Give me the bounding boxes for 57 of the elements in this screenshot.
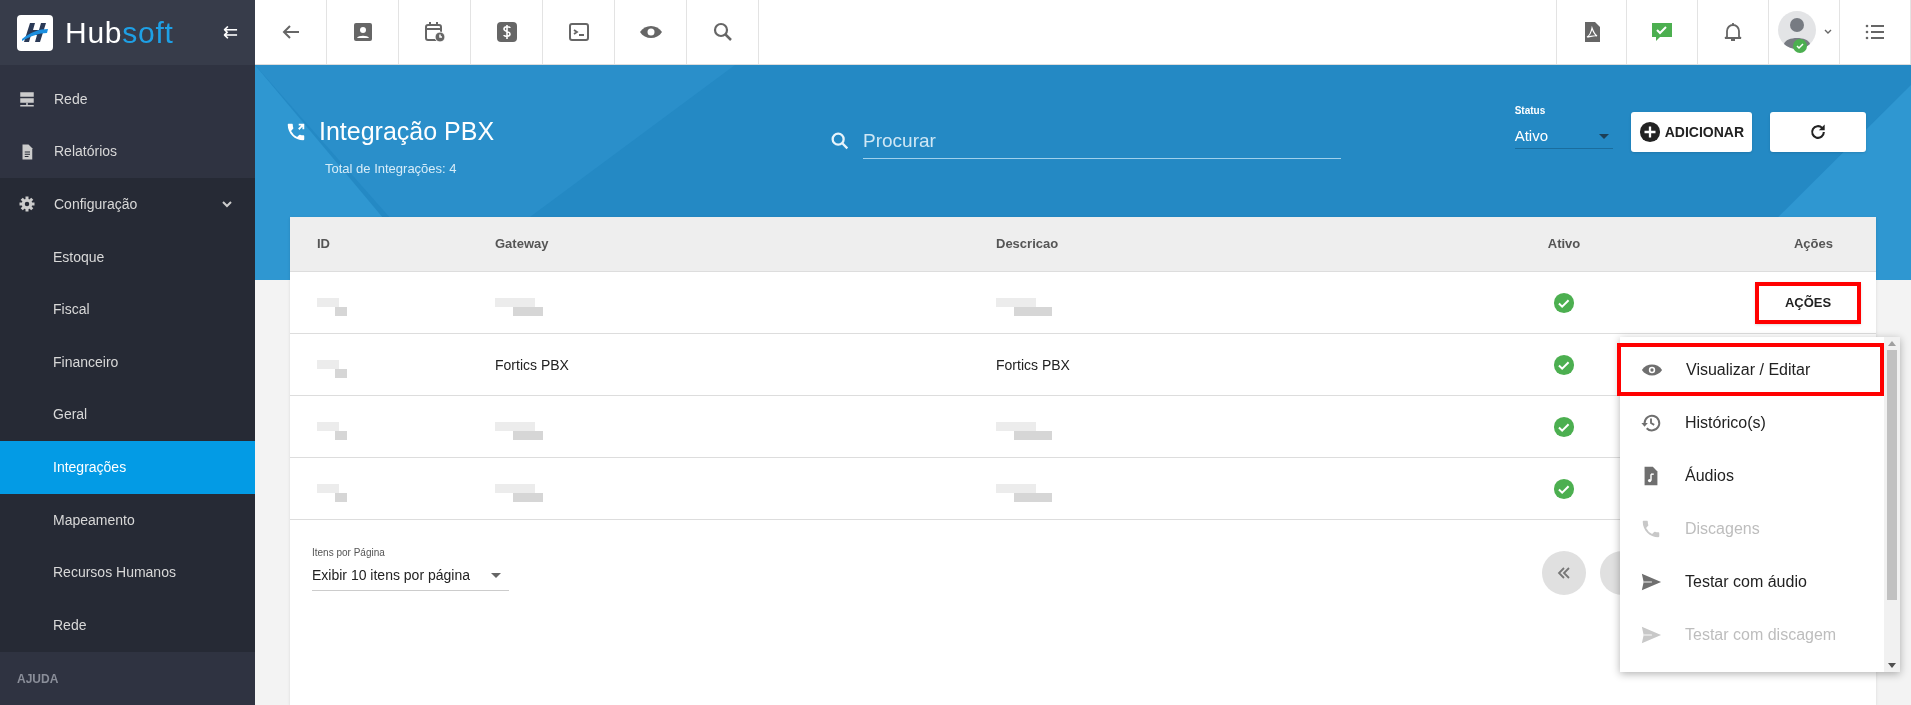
gear-icon [18, 195, 36, 214]
page-subtitle: Total de Integrações: 4 [325, 159, 458, 178]
search-icon [829, 130, 851, 152]
collapse-sidebar-button[interactable]: ⇇ [223, 19, 238, 46]
avatar-icon [1775, 10, 1819, 54]
menu-item[interactable]: Histórico(s) [1620, 396, 1884, 449]
search-field[interactable]: Procurar [863, 123, 1341, 159]
dollar-icon [494, 20, 519, 44]
refresh-button[interactable] [1770, 112, 1866, 152]
logo-icon [17, 14, 53, 51]
redacted-text [495, 421, 543, 440]
menu-item[interactable]: Áudios [1620, 449, 1884, 502]
page-title: Integração PBX [319, 116, 495, 147]
redacted-text [317, 421, 347, 440]
column-header: ID [316, 235, 331, 254]
redacted-text [495, 483, 543, 502]
actions-button[interactable]: AÇÕES [1755, 281, 1861, 324]
plus-icon [1638, 121, 1661, 143]
sidebar-item[interactable]: Rede [0, 598, 255, 652]
chat-check-icon [1650, 20, 1674, 44]
menu-item[interactable]: Testar com áudio [1620, 555, 1884, 608]
table-cell: Fortics PBX [495, 356, 569, 373]
column-header: Descricao [996, 235, 1060, 254]
scrollbar[interactable] [1884, 337, 1900, 672]
terminal-icon [566, 20, 591, 44]
section-heading: AJUDA [17, 671, 59, 686]
calendar-clock-icon [422, 20, 447, 44]
redacted-text [317, 297, 347, 316]
sidebar-item[interactable]: Recursos Humanos [0, 546, 255, 599]
double-chevron-icon [1556, 565, 1572, 581]
redacted-text [996, 297, 1052, 316]
status-select[interactable]: Status Ativo [1514, 103, 1613, 149]
refresh-icon [1808, 122, 1828, 142]
first-page-button[interactable] [1542, 551, 1586, 595]
brand-name: Hubsoft [65, 17, 174, 48]
server-icon [18, 90, 36, 109]
sidebar-item[interactable]: Configuração [0, 178, 255, 231]
sidebar-item[interactable]: Relatórios [0, 125, 255, 179]
redacted-text [317, 483, 347, 502]
sidebar-item[interactable]: Mapeamento [0, 493, 255, 547]
column-header: Ativo [1546, 235, 1582, 254]
table-cell: Fortics PBX [996, 356, 1070, 373]
per-page-select[interactable]: Itens por Página Exibir 10 itens por página [312, 545, 509, 591]
redacted-text [996, 421, 1052, 440]
sidebar-item[interactable]: Geral [0, 388, 255, 442]
redacted-text [495, 297, 543, 316]
add-button[interactable]: ADICIONAR [1630, 112, 1752, 152]
sidebar-item[interactable]: Fiscal [0, 283, 255, 336]
redacted-text [996, 483, 1052, 502]
redacted-text [317, 359, 347, 378]
menu-item[interactable]: Visualizar / Editar [1617, 343, 1884, 396]
pdf-button[interactable] [1556, 0, 1627, 64]
sidebar-item[interactable]: Rede [0, 73, 255, 126]
sidebar-item[interactable]: Estoque [0, 230, 255, 284]
sidebar-item[interactable]: Financeiro [0, 335, 255, 389]
column-header: Ações [1792, 235, 1834, 254]
column-header: Gateway [495, 235, 550, 254]
